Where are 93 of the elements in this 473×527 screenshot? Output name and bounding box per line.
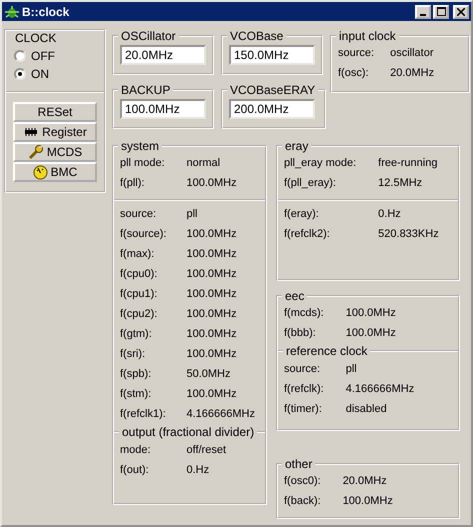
property-value: 20.0MHz bbox=[342, 474, 388, 489]
property-label: f(sri): bbox=[120, 347, 146, 362]
close-button[interactable] bbox=[453, 4, 469, 18]
field-label: BACKUP bbox=[120, 83, 172, 97]
property-value: 100.0MHz bbox=[346, 326, 397, 341]
chip-icon bbox=[23, 127, 40, 137]
property-value: 520.833KHz bbox=[378, 227, 440, 242]
property-label: f(source): bbox=[120, 227, 166, 242]
property-value: 0.Hz bbox=[186, 463, 210, 478]
property-value: 100.0MHz bbox=[342, 494, 394, 509]
property-value: free-running bbox=[378, 156, 438, 171]
command-button[interactable]: BMC bbox=[13, 162, 97, 182]
input-field[interactable]: 200.0MHz bbox=[229, 99, 315, 119]
command-button[interactable]: MCDS bbox=[13, 142, 97, 162]
property-value: 100.0MHz bbox=[186, 176, 238, 191]
gauge-icon bbox=[32, 164, 48, 180]
property-value: off/reset bbox=[186, 443, 228, 458]
command-button[interactable]: RESet bbox=[13, 102, 97, 122]
group-title: CLOCK bbox=[14, 31, 58, 45]
property-value: 100.0MHz bbox=[186, 287, 238, 302]
field-label: VCOBaseERAY bbox=[229, 83, 316, 97]
property-value: pll bbox=[346, 362, 358, 377]
property-value: 0.Hz bbox=[378, 207, 402, 222]
property-value: 100.0MHz bbox=[186, 327, 238, 342]
property-label: f(cpu1): bbox=[120, 287, 158, 302]
property-label: source: bbox=[120, 207, 158, 222]
input-field[interactable]: 150.0MHz bbox=[229, 45, 315, 65]
input-field[interactable]: 20.0MHz bbox=[120, 45, 206, 65]
property-label: source: bbox=[338, 46, 374, 61]
property-label: f(osc): bbox=[338, 66, 370, 81]
radio-option[interactable]: OFF bbox=[14, 49, 96, 63]
property-label: f(spb): bbox=[120, 367, 152, 382]
property-label: f(eray): bbox=[284, 207, 320, 222]
property-value: 100.0MHz bbox=[186, 227, 238, 242]
wrench-icon bbox=[28, 144, 44, 160]
field-label: VCOBase bbox=[229, 29, 284, 43]
command-button[interactable]: Register bbox=[13, 122, 97, 142]
property-value: 100.0MHz bbox=[346, 306, 397, 321]
section-title: reference clock bbox=[285, 344, 368, 358]
property-value: 4.166666MHz bbox=[346, 382, 416, 397]
radio-option[interactable]: ON bbox=[14, 67, 96, 81]
input-field[interactable]: 100.0MHz bbox=[120, 99, 206, 119]
property-label: f(refclk2): bbox=[284, 227, 331, 242]
maximize-icon bbox=[436, 7, 446, 16]
property-label: f(refclk): bbox=[284, 382, 324, 397]
property-label: f(osc0): bbox=[284, 474, 321, 489]
property-value: 4.166666MHz bbox=[186, 407, 256, 422]
group-title: system bbox=[120, 139, 160, 153]
property-value: oscillator bbox=[390, 46, 434, 61]
property-label: f(cpu0): bbox=[120, 267, 158, 282]
property-value: 20.0MHz bbox=[390, 66, 436, 81]
radio-button[interactable] bbox=[14, 50, 26, 62]
property-label: f(back): bbox=[284, 494, 321, 509]
radio-button[interactable] bbox=[14, 68, 26, 80]
close-icon bbox=[457, 8, 465, 16]
minimize-button[interactable] bbox=[415, 4, 431, 18]
property-label: f(pll): bbox=[120, 176, 146, 191]
property-value: 12.5MHz bbox=[378, 176, 424, 191]
property-label: f(refclk1): bbox=[120, 407, 166, 422]
property-label: f(cpu2): bbox=[120, 307, 158, 322]
property-label: mode: bbox=[120, 443, 152, 458]
group-title: input clock bbox=[338, 29, 397, 43]
property-label: f(out): bbox=[120, 463, 150, 478]
property-label: f(gtm): bbox=[120, 327, 153, 342]
property-value: 100.0MHz bbox=[186, 267, 238, 282]
radio-label: ON bbox=[31, 67, 49, 81]
property-label: f(timer): bbox=[284, 402, 323, 417]
maximize-button[interactable] bbox=[433, 4, 449, 18]
field-label: OSCillator bbox=[120, 29, 177, 43]
property-value: pll bbox=[186, 207, 198, 222]
group-title: eray bbox=[284, 139, 310, 153]
property-label: source: bbox=[284, 362, 322, 377]
property-label: pll_eray mode: bbox=[284, 156, 356, 171]
minimize-icon bbox=[420, 14, 426, 16]
property-value: 100.0MHz bbox=[186, 387, 238, 402]
property-value: 50.0MHz bbox=[186, 367, 232, 382]
property-label: f(bbb): bbox=[284, 326, 317, 341]
group-title: other bbox=[284, 457, 314, 471]
radio-label: OFF bbox=[31, 49, 55, 63]
property-value: 100.0MHz bbox=[186, 347, 238, 362]
property-label: pll mode: bbox=[120, 156, 166, 171]
property-label: f(mcds): bbox=[284, 306, 324, 321]
property-value: 100.0MHz bbox=[186, 247, 238, 262]
bug-icon bbox=[4, 4, 20, 18]
property-label: f(stm): bbox=[120, 387, 152, 402]
property-value: disabled bbox=[346, 402, 388, 417]
property-value: normal bbox=[186, 156, 222, 171]
property-value: 100.0MHz bbox=[186, 307, 238, 322]
section-title: output (fractional divider) bbox=[121, 425, 256, 439]
property-label: f(max): bbox=[120, 247, 156, 262]
window-title: B::clock bbox=[22, 4, 70, 18]
property-label: f(pll_eray): bbox=[284, 176, 337, 191]
group-title: eec bbox=[284, 289, 306, 303]
